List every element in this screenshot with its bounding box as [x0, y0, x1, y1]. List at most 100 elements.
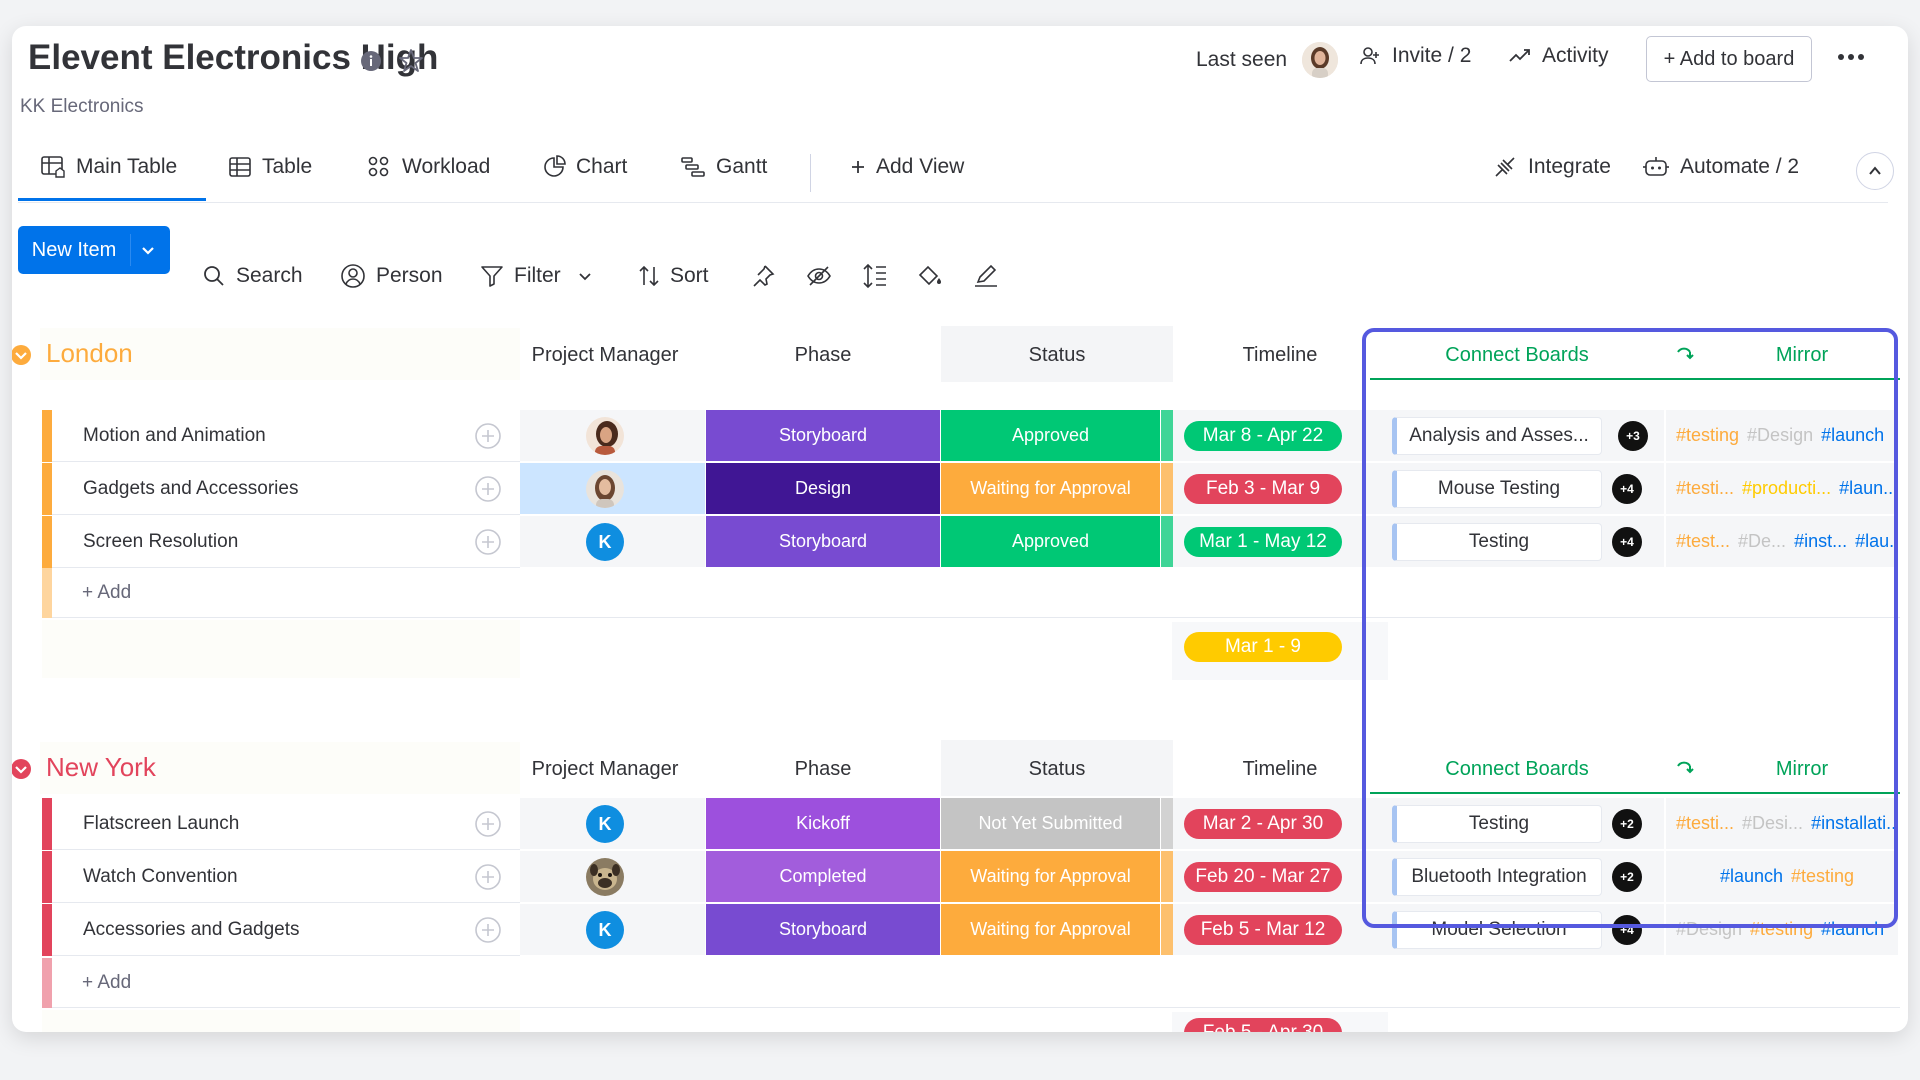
timeline-pill[interactable]: Mar 8 - Apr 22 — [1184, 421, 1342, 451]
status-edge — [1161, 798, 1173, 850]
more-options-icon[interactable] — [1838, 54, 1864, 60]
activity-label: Activity — [1542, 44, 1609, 67]
tab-chart[interactable]: Chart — [542, 150, 627, 184]
tab-label: Gantt — [716, 155, 768, 178]
tabs-bottom-divider — [18, 202, 1888, 203]
add-view-button[interactable]: Add View — [850, 150, 964, 184]
tab-label: Table — [262, 155, 313, 178]
group-color-bar — [42, 904, 52, 956]
chevron-up-icon — [1867, 163, 1883, 179]
info-icon[interactable] — [360, 50, 382, 72]
invite-label: Invite / 2 — [1392, 44, 1472, 67]
workspace-name[interactable]: KK Electronics — [20, 96, 144, 118]
hide-icon[interactable] — [806, 260, 832, 292]
phase-label[interactable]: Storyboard — [706, 516, 941, 568]
status-edge — [1161, 904, 1173, 956]
item-name-cell[interactable]: Accessories and Gadgets — [52, 904, 520, 956]
item-name-cell[interactable]: Watch Convention — [52, 851, 520, 903]
column-header-project-manager[interactable]: Project Manager — [520, 344, 690, 367]
collapse-group-icon[interactable] — [12, 344, 32, 366]
summary-left-bg — [42, 1010, 520, 1032]
sort-button[interactable]: Sort — [638, 260, 709, 292]
color-fill-icon[interactable] — [916, 260, 944, 292]
chevron-down-icon[interactable] — [577, 268, 593, 284]
timeline-pill[interactable]: Mar 2 - Apr 30 — [1184, 809, 1342, 839]
column-header-project-manager[interactable]: Project Manager — [520, 758, 690, 781]
status-label[interactable]: Approved — [941, 410, 1161, 462]
row-height-icon[interactable] — [862, 260, 888, 292]
collapse-group-icon[interactable] — [12, 758, 32, 780]
status-label[interactable]: Waiting for Approval — [941, 904, 1161, 956]
phase-label[interactable]: Storyboard — [706, 904, 941, 956]
filter-button[interactable]: Filter — [480, 260, 593, 292]
column-header-status[interactable]: Status — [941, 758, 1173, 781]
avatar[interactable] — [586, 858, 624, 896]
add-update-icon[interactable] — [474, 528, 502, 556]
workload-icon — [366, 154, 392, 180]
button-divider — [130, 234, 131, 266]
timeline-pill[interactable]: Feb 20 - Mar 27 — [1184, 862, 1342, 892]
add-update-icon[interactable] — [474, 863, 502, 891]
tab-main-table[interactable]: Main Table — [40, 150, 177, 184]
add-update-icon[interactable] — [474, 810, 502, 838]
chevron-down-icon[interactable] — [138, 240, 158, 260]
phase-label[interactable]: Kickoff — [706, 798, 941, 850]
summary-timeline-pill: Mar 1 - 9 — [1184, 632, 1342, 662]
group-title[interactable]: New York — [46, 752, 156, 783]
robot-icon — [1642, 155, 1670, 179]
group-color-bar — [42, 851, 52, 903]
group-title[interactable]: London — [46, 338, 133, 369]
automate-button[interactable]: Automate / 2 — [1642, 150, 1799, 184]
person-filter-button[interactable]: Person — [340, 260, 443, 292]
integrate-button[interactable]: Integrate — [1492, 150, 1611, 184]
avatar[interactable]: K — [586, 911, 624, 949]
item-name-cell[interactable]: Motion and Animation — [52, 410, 520, 462]
pin-icon[interactable] — [750, 260, 776, 292]
activity-button[interactable]: Activity — [1508, 44, 1609, 68]
search-button[interactable]: Search — [202, 260, 303, 292]
column-header-timeline[interactable]: Timeline — [1173, 758, 1387, 781]
add-row-bar — [42, 568, 52, 618]
phase-label[interactable]: Design — [706, 463, 941, 515]
star-icon[interactable] — [398, 48, 424, 74]
status-edge — [1161, 516, 1173, 568]
last-seen-avatar[interactable] — [1302, 42, 1338, 78]
edit-icon[interactable] — [972, 260, 1000, 292]
avatar[interactable]: K — [586, 523, 624, 561]
timeline-pill[interactable]: Mar 1 - May 12 — [1184, 527, 1342, 557]
timeline-pill[interactable]: Feb 3 - Mar 9 — [1184, 474, 1342, 504]
item-name-cell[interactable]: Gadgets and Accessories — [52, 463, 520, 515]
add-item-row[interactable]: + Add — [52, 958, 1900, 1008]
person-icon — [340, 263, 366, 289]
tab-gantt[interactable]: Gantt — [680, 150, 767, 184]
timeline-pill[interactable]: Feb 5 - Mar 12 — [1184, 915, 1342, 945]
item-name-cell[interactable]: Flatscreen Launch — [52, 798, 520, 850]
status-label[interactable]: Not Yet Submitted — [941, 798, 1161, 850]
gantt-icon — [680, 155, 706, 179]
avatar[interactable] — [586, 470, 624, 508]
tab-table[interactable]: Table — [228, 150, 312, 184]
integrate-icon — [1492, 154, 1518, 180]
avatar[interactable]: K — [586, 805, 624, 843]
new-item-button-group: New Item — [18, 226, 170, 274]
status-label[interactable]: Waiting for Approval — [941, 851, 1161, 903]
add-update-icon[interactable] — [474, 916, 502, 944]
new-item-button[interactable]: New Item — [18, 226, 130, 274]
tab-workload[interactable]: Workload — [366, 150, 490, 184]
column-header-timeline[interactable]: Timeline — [1173, 344, 1387, 367]
phase-label[interactable]: Completed — [706, 851, 941, 903]
add-update-icon[interactable] — [474, 475, 502, 503]
item-name-cell[interactable]: Screen Resolution — [52, 516, 520, 568]
column-header-phase[interactable]: Phase — [706, 344, 940, 367]
status-label[interactable]: Approved — [941, 516, 1161, 568]
collapse-header-button[interactable] — [1856, 152, 1894, 190]
column-header-phase[interactable]: Phase — [706, 758, 940, 781]
phase-label[interactable]: Storyboard — [706, 410, 941, 462]
plus-icon — [850, 159, 866, 175]
add-to-board-button[interactable]: + Add to board — [1646, 36, 1812, 82]
invite-button[interactable]: Invite / 2 — [1358, 44, 1471, 68]
add-update-icon[interactable] — [474, 422, 502, 450]
avatar[interactable] — [586, 417, 624, 455]
column-header-status[interactable]: Status — [941, 344, 1173, 367]
status-label[interactable]: Waiting for Approval — [941, 463, 1161, 515]
